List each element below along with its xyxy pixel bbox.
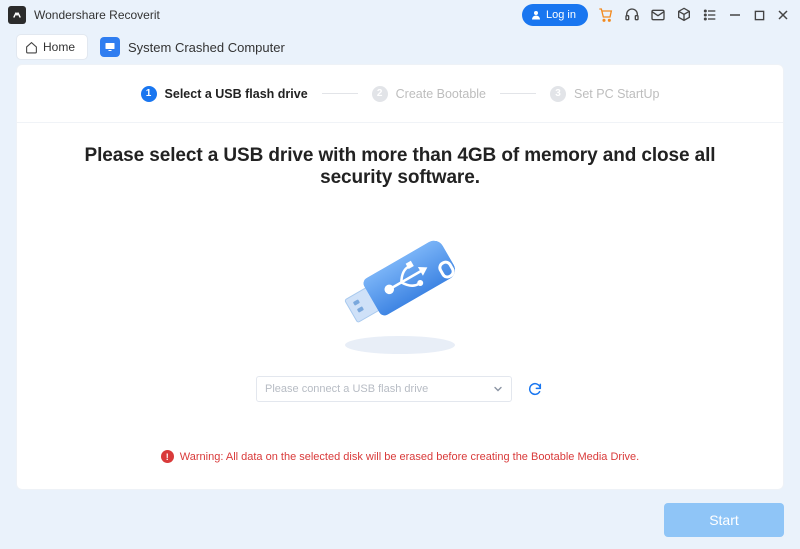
chevron-down-icon xyxy=(493,384,503,394)
close-button[interactable] xyxy=(776,8,790,22)
headset-icon[interactable] xyxy=(624,7,640,23)
breadcrumb-current: System Crashed Computer xyxy=(100,37,285,57)
wizard-stepper: 1 Select a USB flash drive 2 Create Boot… xyxy=(17,65,783,123)
user-icon xyxy=(530,9,542,21)
step-2: 2 Create Bootable xyxy=(372,86,486,102)
warning-message: ! Warning: All data on the selected disk… xyxy=(47,450,753,463)
start-button[interactable]: Start xyxy=(664,503,784,537)
breadcrumb: Home System Crashed Computer xyxy=(0,30,800,64)
list-icon[interactable] xyxy=(702,7,718,23)
home-icon xyxy=(25,41,38,54)
step-divider xyxy=(500,93,536,94)
usb-illustration xyxy=(315,207,485,362)
mail-icon[interactable] xyxy=(650,7,666,23)
warning-icon: ! xyxy=(161,450,174,463)
maximize-button[interactable] xyxy=(752,8,766,22)
main-panel: 1 Select a USB flash drive 2 Create Boot… xyxy=(16,64,784,490)
select-placeholder: Please connect a USB flash drive xyxy=(265,383,428,395)
minimize-button[interactable] xyxy=(728,8,742,22)
step-2-label: Create Bootable xyxy=(396,87,486,101)
refresh-button[interactable] xyxy=(526,380,544,398)
cube-icon[interactable] xyxy=(676,7,692,23)
login-button[interactable]: Log in xyxy=(522,4,588,26)
app-logo-icon xyxy=(8,6,26,24)
title-bar: Wondershare Recoverit Log in xyxy=(0,0,800,30)
cart-icon[interactable] xyxy=(598,7,614,23)
step-1: 1 Select a USB flash drive xyxy=(141,86,308,102)
home-button[interactable]: Home xyxy=(16,34,88,60)
usb-drive-select[interactable]: Please connect a USB flash drive xyxy=(256,376,512,402)
step-1-label: Select a USB flash drive xyxy=(165,87,308,101)
app-title: Wondershare Recoverit xyxy=(34,8,160,22)
page-headline: Please select a USB drive with more than… xyxy=(47,145,753,189)
step-3: 3 Set PC StartUp xyxy=(550,86,659,102)
step-divider xyxy=(322,93,358,94)
step-3-label: Set PC StartUp xyxy=(574,87,659,101)
monitor-icon xyxy=(100,37,120,57)
refresh-icon xyxy=(527,381,543,397)
